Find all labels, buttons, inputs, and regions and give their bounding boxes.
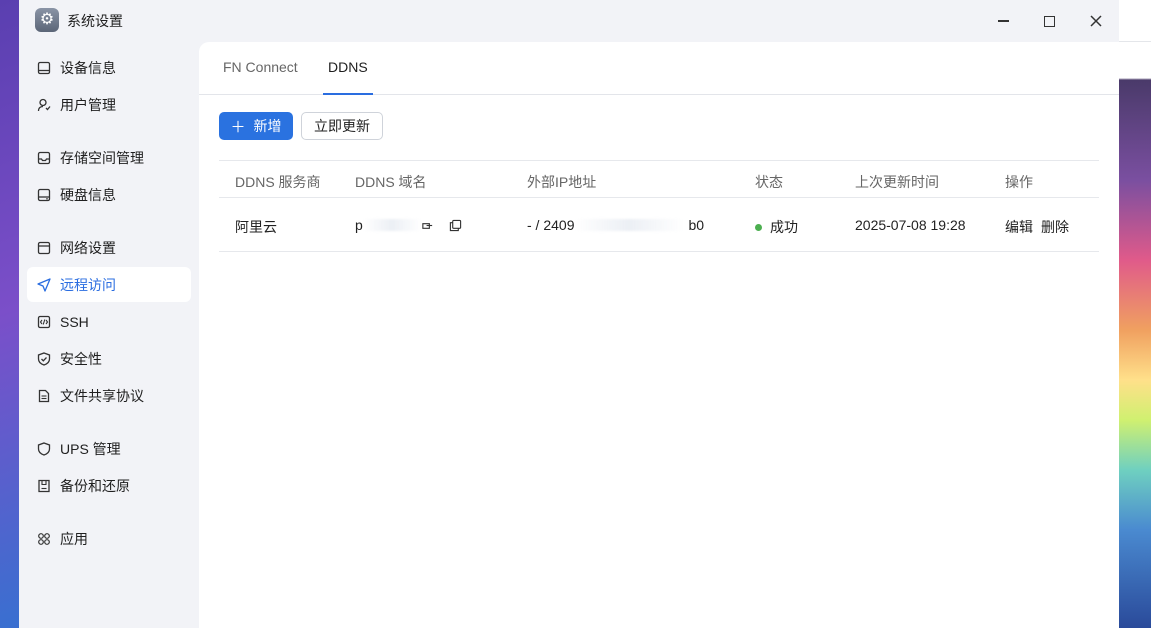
shield-check-icon: [37, 351, 51, 366]
sidebar: 设备信息 用户管理 存储空间管理 硬盘信息 网络设置 远程访问 SSH 安全性: [19, 42, 199, 628]
main-content: FN Connect DDNS ＋ 新增 立即更新 DDNS 服务商 DDNS …: [199, 42, 1119, 628]
link-icon[interactable]: [421, 218, 435, 232]
sidebar-item-backup[interactable]: 备份和还原: [27, 468, 191, 503]
disk-icon: [37, 188, 51, 202]
status-dot: [755, 223, 762, 231]
device-icon: [37, 61, 51, 75]
maximize-button[interactable]: [1036, 8, 1062, 34]
column-header: 状态: [755, 174, 783, 190]
provider-cell: 阿里云: [235, 219, 277, 235]
ip-prefix: - / 2409: [527, 217, 575, 233]
sidebar-item-ups[interactable]: UPS 管理: [27, 431, 191, 466]
tab-bar: FN Connect DDNS: [199, 42, 1119, 95]
title-bar: ⚙ 系统设置: [19, 0, 1119, 42]
sidebar-item-label: 网络设置: [60, 239, 116, 256]
ip-suffix: b0: [688, 217, 705, 233]
sidebar-item-label: 备份和还原: [60, 477, 130, 494]
add-button[interactable]: ＋ 新增: [219, 112, 293, 140]
close-icon: [1090, 15, 1102, 27]
settings-window: ⚙ 系统设置 设备信息 用户管理 存储空间管理 硬盘信息 网络设置 远程访问 S…: [19, 0, 1119, 628]
column-header: 操作: [1005, 174, 1033, 190]
status-text: 成功: [770, 219, 798, 235]
sidebar-item-label: 远程访问: [60, 276, 116, 293]
document-icon: [37, 389, 51, 403]
sidebar-item-label: 应用: [60, 530, 88, 547]
sidebar-item-security[interactable]: 安全性: [27, 341, 191, 376]
sidebar-item-device-info[interactable]: 设备信息: [27, 50, 191, 85]
redacted-ip: [574, 219, 685, 231]
sidebar-item-remote-access[interactable]: 远程访问: [27, 267, 191, 302]
desktop-wallpaper: [1119, 0, 1151, 628]
status-cell: 成功: [755, 217, 798, 237]
sidebar-item-label: 设备信息: [60, 59, 116, 76]
sidebar-item-file-sharing[interactable]: 文件共享协议: [27, 378, 191, 413]
sidebar-item-label: 存储空间管理: [60, 149, 144, 166]
code-icon: [37, 315, 51, 329]
tab-fn-connect[interactable]: FN Connect: [223, 59, 298, 95]
sidebar-item-label: 硬盘信息: [60, 186, 116, 203]
ddns-table: DDNS 服务商 DDNS 域名 外部IP地址 状态 上次更新时间 操作 阿里云…: [219, 160, 1099, 252]
gear-icon: ⚙: [35, 8, 59, 32]
edit-link[interactable]: 编辑: [1005, 219, 1033, 235]
add-button-label: 新增: [253, 118, 282, 134]
updated-cell: 2025-07-08 19:28: [855, 217, 966, 233]
sidebar-item-label: 用户管理: [60, 96, 116, 113]
redacted-domain: [362, 219, 421, 231]
sidebar-item-label: UPS 管理: [60, 440, 121, 457]
sidebar-item-label: 安全性: [60, 350, 102, 367]
background-window-edge: [1119, 0, 1151, 42]
delete-link[interactable]: 删除: [1041, 219, 1069, 235]
storage-icon: [37, 151, 51, 165]
sidebar-item-label: 文件共享协议: [60, 387, 144, 404]
send-icon: [37, 277, 51, 292]
copy-icon[interactable]: [449, 218, 463, 232]
sidebar-item-network[interactable]: 网络设置: [27, 230, 191, 265]
domain-cell: p: [355, 217, 463, 233]
column-header: 外部IP地址: [527, 174, 597, 190]
apps-icon: [37, 532, 51, 546]
table-header: DDNS 服务商 DDNS 域名 外部IP地址 状态 上次更新时间 操作: [219, 160, 1099, 198]
network-icon: [37, 241, 51, 255]
user-icon: [37, 98, 51, 112]
domain-text: p: [355, 217, 363, 233]
plus-icon: ＋: [230, 118, 246, 136]
sidebar-item-ssh[interactable]: SSH: [27, 304, 191, 339]
sidebar-item-apps[interactable]: 应用: [27, 521, 191, 556]
update-now-button[interactable]: 立即更新: [301, 112, 383, 140]
ip-cell: - / 2409 b0: [527, 217, 704, 233]
column-header: DDNS 服务商: [235, 174, 321, 190]
shield-icon: [37, 441, 51, 456]
minimize-button[interactable]: [990, 8, 1016, 34]
window-title: 系统设置: [67, 13, 123, 29]
backup-icon: [37, 479, 51, 493]
actions-cell: 编辑 删除: [1005, 217, 1069, 237]
tab-ddns[interactable]: DDNS: [323, 59, 373, 95]
sidebar-item-disk-info[interactable]: 硬盘信息: [27, 177, 191, 212]
sidebar-item-users[interactable]: 用户管理: [27, 87, 191, 122]
sidebar-item-label: SSH: [60, 313, 89, 330]
column-header: 上次更新时间: [855, 174, 939, 190]
column-header: DDNS 域名: [355, 174, 427, 190]
close-button[interactable]: [1083, 8, 1109, 34]
sidebar-item-storage[interactable]: 存储空间管理: [27, 140, 191, 175]
table-row: 阿里云 p - / 2409 b0 成功 2025-07-08 19:28 编辑…: [219, 198, 1099, 252]
